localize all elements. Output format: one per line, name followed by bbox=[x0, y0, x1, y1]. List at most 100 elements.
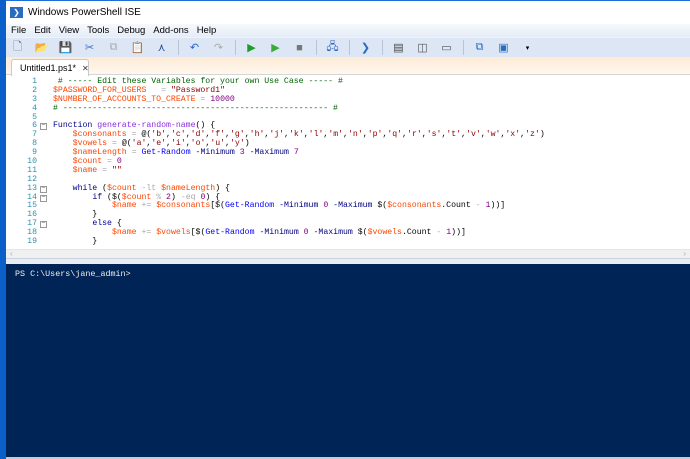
toolbar: 🗋 📂 💾 ✂ ⧉ 📋 ⋏ ↶ ↷ ▶ ▶ ■ 🖧 ❯ ▤ ◫ ▭ ⧉ ▣ ▾ bbox=[6, 37, 690, 57]
show-script-pane-top-icon[interactable]: ▤ bbox=[391, 40, 406, 55]
script-editor[interactable]: 1 # ----- Edit these Variables for your … bbox=[6, 76, 690, 249]
token-cmd: Get-Random bbox=[225, 201, 275, 211]
token-plain: } bbox=[53, 210, 98, 220]
token-str: 't' bbox=[446, 130, 462, 140]
token-kw: while bbox=[72, 183, 98, 193]
scroll-right-icon[interactable]: › bbox=[683, 249, 686, 258]
toolbar-overflow-icon[interactable]: ▾ bbox=[520, 40, 535, 55]
token-str: 'b' bbox=[151, 130, 167, 140]
remote-powershell-icon[interactable]: 🖧 bbox=[325, 40, 340, 55]
show-command-addon-icon[interactable]: ▣ bbox=[496, 40, 511, 55]
token-str: 'o' bbox=[190, 139, 206, 149]
token-str: 'm' bbox=[328, 130, 344, 140]
token-plain: @( bbox=[136, 130, 152, 140]
fold-gutter bbox=[37, 78, 47, 87]
undo-icon[interactable]: ↶ bbox=[187, 40, 202, 55]
run-selection-icon[interactable]: ▶ bbox=[268, 40, 283, 55]
token-str: 'a' bbox=[131, 139, 147, 149]
toolbar-separator bbox=[178, 40, 179, 55]
menu-tools[interactable]: Tools bbox=[84, 25, 114, 36]
menu-help[interactable]: Help bbox=[194, 25, 222, 36]
collapse-icon[interactable]: − bbox=[40, 221, 47, 229]
window-title: Windows PowerShell ISE bbox=[28, 7, 141, 18]
fold-gutter bbox=[37, 105, 47, 114]
menu-bar: File Edit View Tools Debug Add-ons Help bbox=[6, 24, 690, 37]
code-line: 15 $name += $consonants[$(Get-Random -Mi… bbox=[6, 202, 690, 211]
token-str: 'p' bbox=[367, 130, 383, 140]
fold-gutter bbox=[37, 211, 47, 220]
token-plain: [$( bbox=[210, 201, 226, 211]
token-str: 'i' bbox=[171, 139, 186, 149]
toolbar-separator bbox=[382, 40, 383, 55]
new-icon[interactable]: 🗋 bbox=[10, 40, 25, 55]
token-str: 'z' bbox=[525, 130, 540, 140]
token-var: $vowels bbox=[156, 228, 191, 238]
tab-untitled1[interactable]: Untitled1.ps1* ✕ bbox=[11, 59, 89, 76]
fold-gutter bbox=[37, 96, 47, 105]
token-str: 'e' bbox=[151, 139, 167, 149]
token-plain: ) { bbox=[215, 183, 230, 193]
token-cmd: Get-Random bbox=[205, 228, 255, 238]
fold-gutter bbox=[37, 176, 47, 185]
show-command-window-icon[interactable]: ⧉ bbox=[472, 40, 487, 55]
token-num: 10000 bbox=[210, 94, 235, 104]
token-str: 'n' bbox=[348, 130, 363, 140]
token-plain: @( bbox=[116, 139, 132, 149]
token-plain: ) bbox=[244, 139, 250, 149]
token-plain: { bbox=[111, 219, 122, 229]
show-script-pane-right-icon[interactable]: ◫ bbox=[415, 40, 430, 55]
console-prompt: PS C:\Users\jane_admin> bbox=[15, 269, 131, 279]
run-script-icon[interactable]: ▶ bbox=[244, 40, 259, 55]
token-str: 'g' bbox=[229, 130, 245, 140]
token-str: "" bbox=[112, 165, 122, 175]
console-pane[interactable]: PS C:\Users\jane_admin> bbox=[6, 264, 690, 458]
token-comment: # --------------------------------------… bbox=[53, 103, 338, 113]
collapse-icon[interactable]: − bbox=[40, 194, 47, 202]
stop-icon[interactable]: ■ bbox=[292, 40, 307, 55]
token-var: $name bbox=[111, 201, 137, 211]
menu-debug[interactable]: Debug bbox=[114, 25, 150, 36]
menu-file[interactable]: File bbox=[8, 25, 31, 36]
token-str: 'l' bbox=[308, 130, 324, 140]
redo-icon[interactable]: ↷ bbox=[211, 40, 226, 55]
menu-edit[interactable]: Edit bbox=[31, 25, 55, 36]
menu-add-ons[interactable]: Add-ons bbox=[150, 25, 193, 36]
horizontal-scrollbar[interactable]: ‹ › bbox=[6, 249, 690, 258]
menu-view[interactable]: View bbox=[56, 25, 84, 36]
scroll-left-icon[interactable]: ‹ bbox=[10, 249, 13, 258]
code-text: $name += $consonants[$(Get-Random -Minim… bbox=[47, 202, 505, 211]
token-cmd: Get-Random bbox=[141, 148, 191, 158]
code-text: # --------------------------------------… bbox=[47, 103, 338, 114]
token-param: -Minimum bbox=[195, 148, 235, 158]
paste-icon[interactable]: 📋 bbox=[130, 40, 145, 55]
token-kw: else bbox=[92, 219, 112, 229]
fold-gutter bbox=[37, 158, 47, 167]
title-bar: ❯ Windows PowerShell ISE bbox=[6, 1, 690, 24]
open-icon[interactable]: 📂 bbox=[34, 40, 49, 55]
fold-gutter bbox=[37, 167, 47, 176]
close-tab-icon[interactable]: ✕ bbox=[82, 64, 89, 73]
save-icon[interactable]: 💾 bbox=[58, 40, 73, 55]
token-var: $nameLength bbox=[72, 148, 127, 158]
token-plain: ) bbox=[539, 130, 545, 140]
code-line: 19 } bbox=[6, 237, 690, 247]
tab-label: Untitled1.ps1* bbox=[20, 63, 77, 73]
fold-gutter: − bbox=[37, 220, 47, 229]
toolbar-separator bbox=[349, 40, 350, 55]
cut-icon[interactable]: ✂ bbox=[82, 40, 97, 55]
fold-gutter bbox=[37, 140, 47, 149]
token-op: += bbox=[141, 201, 152, 211]
copy-icon[interactable]: ⧉ bbox=[106, 40, 121, 55]
fold-gutter: − bbox=[37, 122, 47, 131]
show-script-pane-max-icon[interactable]: ▭ bbox=[439, 40, 454, 55]
start-powershell-icon[interactable]: ❯ bbox=[358, 40, 373, 55]
collapse-icon[interactable]: − bbox=[40, 185, 47, 193]
fold-gutter bbox=[37, 202, 47, 211]
code-line: 4 # -------------------------------------… bbox=[6, 103, 690, 114]
tab-strip: Untitled1.ps1* ✕ bbox=[6, 57, 690, 76]
code-line: 11 $name = "" bbox=[6, 165, 690, 176]
collapse-icon[interactable]: − bbox=[40, 123, 47, 131]
clear-console-icon[interactable]: ⋏ bbox=[154, 40, 169, 55]
